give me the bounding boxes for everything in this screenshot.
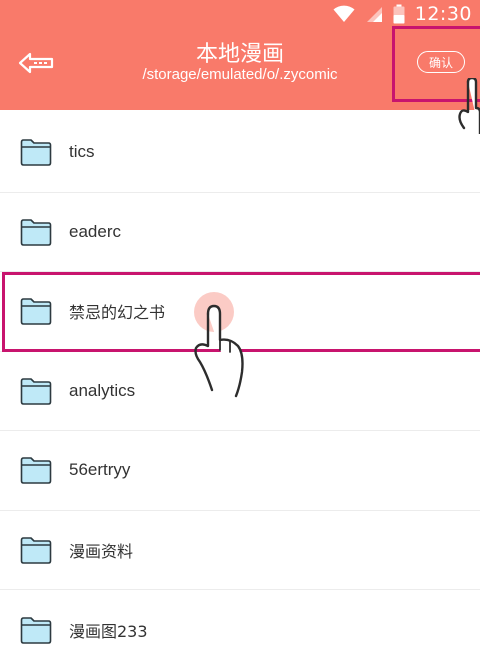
folder-icon xyxy=(20,218,52,246)
folder-icon xyxy=(20,457,52,485)
folder-row[interactable]: 漫画资料 xyxy=(0,511,480,590)
status-bar: 12:30 xyxy=(0,0,480,28)
status-time: 12:30 xyxy=(414,3,472,25)
folder-name: eaderc xyxy=(69,221,121,241)
pointing-hand-icon xyxy=(458,78,480,134)
folder-icon xyxy=(20,616,52,644)
folder-icon xyxy=(20,536,52,564)
pointing-hand-icon xyxy=(194,304,244,398)
folder-row[interactable]: 56ertryy xyxy=(0,431,480,511)
folder-row[interactable]: 漫画图233 xyxy=(0,590,480,664)
folder-name: tics xyxy=(69,142,95,162)
folder-name: 56ertryy xyxy=(69,460,131,480)
folder-name: 漫画资料 xyxy=(69,541,134,561)
signal-icon xyxy=(366,7,382,22)
folder-name: analytics xyxy=(69,380,136,400)
battery-icon xyxy=(393,4,405,24)
folder-row[interactable]: tics xyxy=(0,113,480,193)
folder-icon xyxy=(20,377,52,405)
folder-name: 漫画图233 xyxy=(69,621,148,641)
folder-icon xyxy=(20,139,52,167)
folder-row[interactable]: eaderc xyxy=(0,193,480,272)
wifi-icon xyxy=(333,5,355,22)
